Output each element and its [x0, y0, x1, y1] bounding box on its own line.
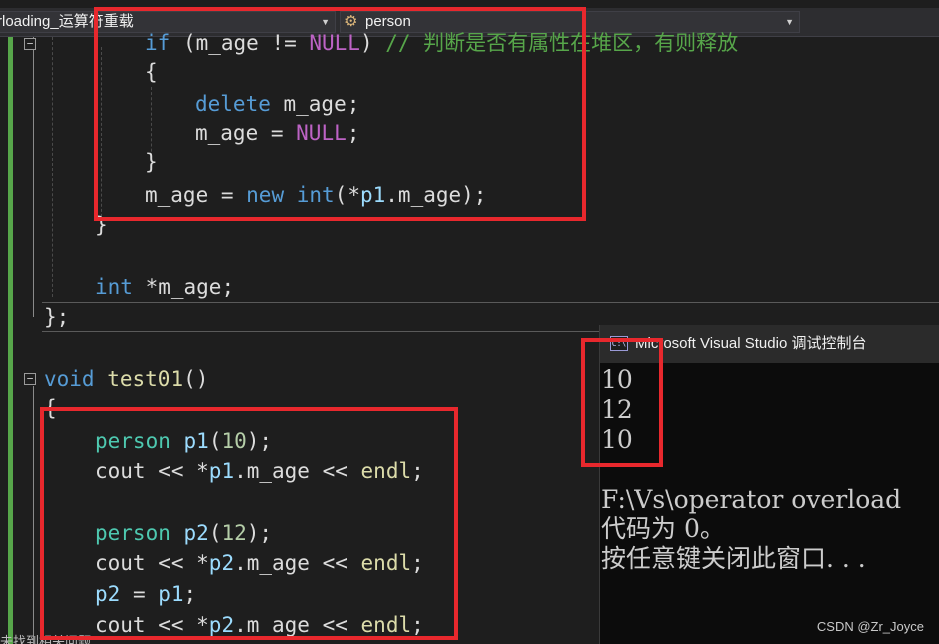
code-text: ()	[183, 367, 209, 391]
variable-p1: p1	[183, 429, 209, 453]
code-line-member-decl: int *m_age;	[95, 272, 234, 302]
outline-line	[33, 37, 34, 317]
keyword-delete: delete	[195, 92, 271, 116]
variable-p1: p1	[208, 459, 235, 483]
code-text: .m_age);	[385, 183, 487, 207]
status-fragment: 未找到相关问题	[0, 634, 92, 644]
console-press-key-line: 按任意键关闭此窗口. . .	[601, 544, 866, 573]
indent-guide	[101, 47, 102, 227]
code-line-delete: delete m_age;	[195, 89, 359, 119]
code-line-p1-decl: person p1(10);	[95, 426, 272, 456]
code-text: )	[359, 31, 373, 55]
code-text: (	[208, 521, 222, 545]
code-text: (*	[334, 183, 360, 207]
code-text: ;	[411, 613, 424, 637]
function-endl: endl	[360, 613, 412, 637]
code-line-open-brace: {	[145, 60, 158, 84]
code-text: .m_age <<	[234, 459, 361, 483]
fold-icon[interactable]: −	[24, 38, 36, 50]
identifier-cout: cout	[95, 613, 146, 637]
type-person: person	[95, 429, 171, 453]
code-line-assign: p2 = p1;	[95, 579, 196, 609]
variable-p2: p2	[183, 521, 209, 545]
console-title: Microsoft Visual Studio 调试控制台	[635, 335, 867, 352]
code-line-test-signature: void test01()	[44, 364, 208, 394]
code-comment: // 判断是否有属性在堆区，有则释放	[372, 31, 739, 55]
variable-p2: p2	[208, 613, 235, 637]
code-text: =	[120, 582, 159, 606]
code-text: ;	[346, 121, 360, 145]
code-text: << *	[145, 459, 209, 483]
code-text: *m_age;	[132, 275, 235, 299]
keyword-void: void	[44, 367, 95, 391]
file-scope-label: rloading_运算符重载	[0, 13, 134, 30]
macro-null: NULL	[296, 121, 347, 145]
console-path-line: F:\Vs\operator overload	[601, 485, 902, 514]
variable-p2: p2	[95, 582, 121, 606]
variable-p1: p1	[158, 582, 184, 606]
code-line-new: m_age = new int(*p1.m_age);	[145, 180, 486, 210]
code-text: << *	[145, 613, 209, 637]
code-line-cout3: cout << *p2.m_age << endl;	[95, 610, 424, 640]
keyword-int: int	[296, 183, 335, 207]
code-text: ;	[411, 551, 424, 575]
outline-line	[33, 386, 34, 644]
console-app-icon: C:\	[610, 336, 628, 351]
variable-p2: p2	[208, 551, 235, 575]
function-name: test01	[107, 367, 184, 391]
identifier-cout: cout	[95, 459, 146, 483]
watermark: CSDN @Zr_Joyce	[816, 619, 924, 634]
identifier-cout: cout	[95, 551, 146, 575]
code-text: m_age =	[195, 121, 297, 145]
function-endl: endl	[360, 551, 412, 575]
console-titlebar[interactable]: C:\ Microsoft Visual Studio 调试控制台	[600, 325, 939, 363]
code-line-class-end: };	[44, 305, 70, 329]
number-literal: 10	[221, 429, 247, 453]
change-tracking-bar	[8, 37, 13, 644]
code-text: .m_age <<	[234, 551, 361, 575]
fold-icon[interactable]: −	[24, 373, 36, 385]
chevron-down-icon[interactable]: ▼	[785, 12, 794, 32]
keyword-int: int	[95, 275, 133, 299]
console-output-line: 10	[601, 365, 633, 394]
code-line-assign-null: m_age = NULL;	[195, 118, 359, 148]
console-output-line: 12	[601, 395, 633, 424]
code-line-p2-decl: person p2(12);	[95, 518, 272, 548]
code-line-if: if (m_age != NULL) // 判断是否有属性在堆区，有则释放	[145, 28, 738, 58]
variable-p1: p1	[359, 183, 386, 207]
console-exit-line: 代码为 0。	[601, 514, 725, 543]
code-text: );	[246, 521, 273, 545]
indent-guide	[52, 37, 53, 297]
keyword-if: if	[145, 31, 171, 55]
code-line-cout1: cout << *p1.m_age << endl;	[95, 456, 424, 486]
code-line-close-brace: }	[145, 150, 158, 174]
code-line-test-open: {	[44, 396, 57, 420]
code-line-func-close: }	[95, 213, 108, 237]
function-endl: endl	[360, 459, 412, 483]
debug-console-window[interactable]: C:\ Microsoft Visual Studio 调试控制台 10 12 …	[599, 325, 939, 644]
code-line-cout2: cout << *p2.m_age << endl;	[95, 548, 424, 578]
code-text: (	[208, 429, 222, 453]
code-text: m_age =	[145, 183, 247, 207]
code-text: (m_age !=	[170, 31, 310, 55]
type-person: person	[95, 521, 171, 545]
code-text: );	[246, 429, 273, 453]
keyword-new: new	[246, 183, 285, 207]
code-text: ;	[183, 582, 197, 606]
code-text: << *	[145, 551, 209, 575]
code-text: m_age;	[270, 92, 360, 116]
console-output-line: 10	[601, 425, 633, 454]
code-text: ;	[411, 459, 424, 483]
code-text: .m_age <<	[234, 613, 361, 637]
number-literal: 12	[221, 521, 247, 545]
macro-null: NULL	[309, 31, 360, 55]
